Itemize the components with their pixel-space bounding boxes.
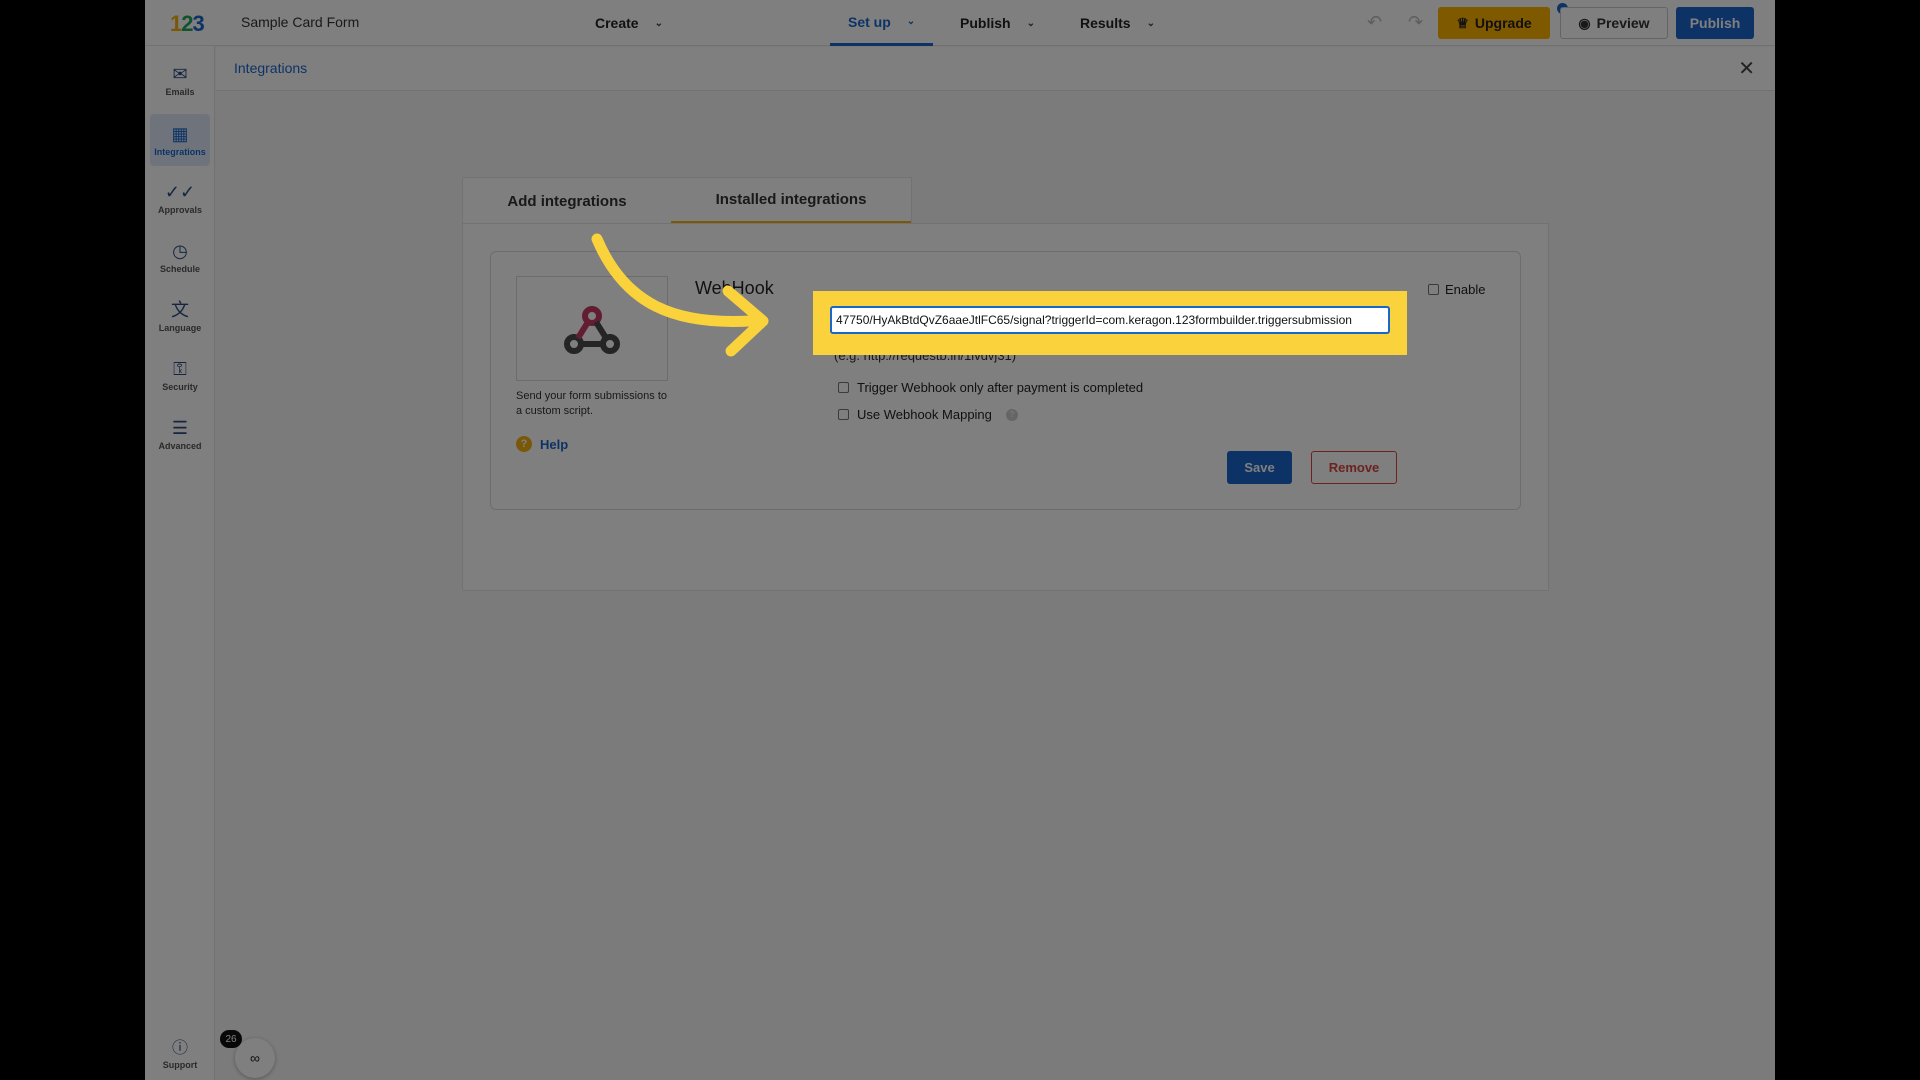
- webhook-url-input[interactable]: [830, 306, 1390, 334]
- url-highlight: [813, 291, 1407, 355]
- app-frame: 123 Sample Card Form Create ⌄ Set up ⌄ P…: [145, 0, 1775, 1080]
- dim-overlay: [145, 0, 1775, 1080]
- arrow-icon: [591, 233, 769, 357]
